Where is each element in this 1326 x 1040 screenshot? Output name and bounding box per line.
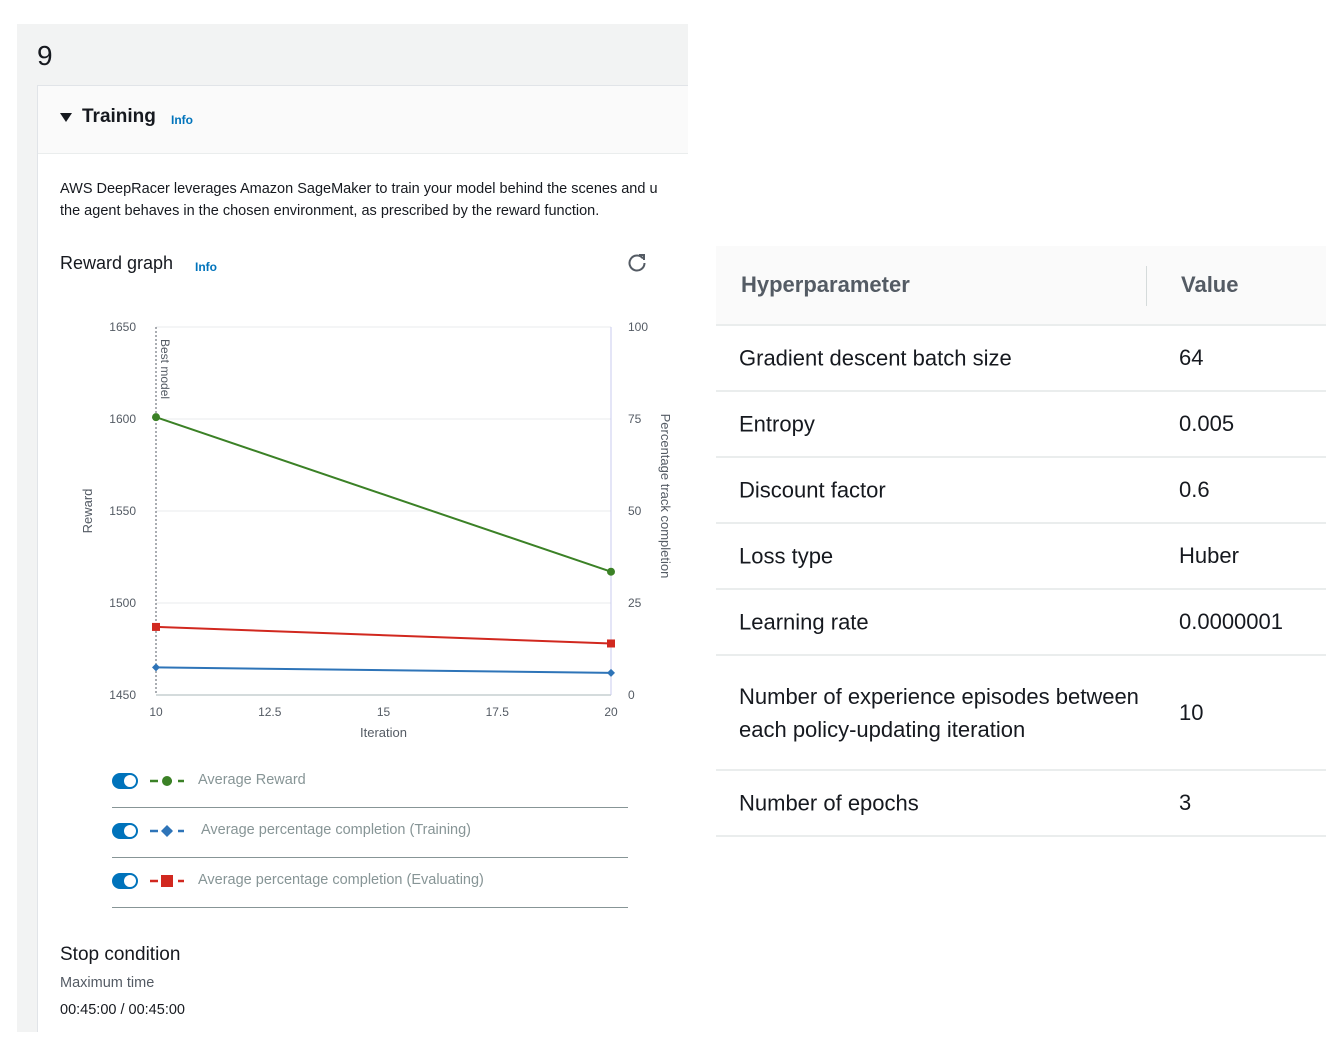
series-line xyxy=(155,416,612,573)
y2-tick-label: 100 xyxy=(628,320,648,334)
hyperparameter-name: Number of experience episodes between ea… xyxy=(739,683,1139,742)
y2-axis-label: Percentage track completion xyxy=(658,414,673,579)
best-model-label: Best model xyxy=(158,339,172,399)
column-header-hyperparameter: Hyperparameter xyxy=(741,272,910,297)
y2-tick-label: 75 xyxy=(628,412,642,426)
stop-condition-label: Maximum time xyxy=(60,975,155,991)
hyperparameter-value: 64 xyxy=(1179,345,1204,370)
hyperparameter-value: 0.005 xyxy=(1179,411,1235,436)
table-row: Learning rate 0.0000001 xyxy=(716,590,1326,656)
reward-graph-title: Reward graph xyxy=(60,253,174,273)
hyperparameter-name: Learning rate xyxy=(739,609,869,635)
x-axis-label: Iteration xyxy=(360,725,407,740)
training-info-link[interactable]: Info xyxy=(171,113,193,127)
y-tick-label: 1650 xyxy=(109,320,136,334)
series-line xyxy=(155,625,612,645)
stop-condition-title: Stop condition xyxy=(60,944,181,965)
training-title: Training xyxy=(82,106,156,127)
data-point xyxy=(607,567,615,576)
step-number: 9 xyxy=(37,40,53,71)
y-tick-label: 1550 xyxy=(109,504,136,518)
training-card: Training Info AWS DeepRacer leverages Am… xyxy=(37,85,688,1032)
column-header-value: Value xyxy=(1181,272,1239,297)
hyperparameter-value: 10 xyxy=(1179,699,1204,725)
y-axis-label: Reward xyxy=(80,489,95,534)
toggle-average-reward[interactable] xyxy=(112,773,138,789)
y2-tick-label: 0 xyxy=(628,688,635,702)
hyperparameter-name: Gradient descent batch size xyxy=(739,345,1012,371)
x-tick-label: 10 xyxy=(149,705,163,719)
legend-item-evaluating-completion: Average percentage completion (Evaluatin… xyxy=(112,858,628,908)
diamond-marker-icon xyxy=(150,825,184,837)
table-row: Number of experience episodes between ea… xyxy=(716,656,1326,771)
data-point xyxy=(152,413,160,422)
series-line xyxy=(155,666,612,674)
table-header: Hyperparameter Value xyxy=(716,246,1326,326)
hyperparameter-value: 0.0000001 xyxy=(1179,609,1283,634)
x-tick-label: 15 xyxy=(377,705,391,719)
hyperparameter-value: 3 xyxy=(1179,790,1192,815)
y2-tick-label: 50 xyxy=(628,504,642,518)
legend-item-average-reward: Average Reward xyxy=(112,758,628,808)
hyperparameter-name: Number of epochs xyxy=(739,790,919,816)
toggle-evaluating-completion[interactable] xyxy=(112,873,138,889)
stop-condition-value: 00:45:00 / 00:45:00 xyxy=(60,1002,185,1018)
refresh-icon[interactable] xyxy=(626,252,648,274)
legend-label: Average percentage completion (Evaluatin… xyxy=(198,872,484,888)
table-row: Loss type Huber xyxy=(716,524,1326,590)
hyperparameter-name: Loss type xyxy=(739,543,834,569)
description-line-1: AWS DeepRacer leverages Amazon SageMaker… xyxy=(60,181,658,197)
training-section-header[interactable]: Training Info xyxy=(38,86,688,154)
y-tick-label: 1450 xyxy=(109,688,136,702)
y-tick-label: 1600 xyxy=(109,412,136,426)
hyperparameter-table: Hyperparameter Value Gradient descent ba… xyxy=(716,246,1326,837)
table-row: Entropy 0.005 xyxy=(716,392,1326,458)
hyperparameter-value: 0.6 xyxy=(1179,477,1210,502)
training-description: AWS DeepRacer leverages Amazon SageMaker… xyxy=(60,178,688,222)
reward-graph-info-link[interactable]: Info xyxy=(195,260,217,274)
table-row: Discount factor 0.6 xyxy=(716,458,1326,524)
description-line-2: the agent behaves in the chosen environm… xyxy=(60,203,600,219)
table-row: Number of epochs 3 xyxy=(716,771,1326,837)
caret-down-icon[interactable] xyxy=(60,113,72,122)
data-point xyxy=(152,622,160,631)
data-point xyxy=(607,639,615,648)
reward-graph-chart: 1450 1500 1550 1600 1650 0 25 50 75 100 10 12.5 15 17… xyxy=(80,320,673,740)
hyperparameter-name: Entropy xyxy=(739,411,815,437)
circle-marker-icon xyxy=(150,776,184,786)
y2-tick-label: 25 xyxy=(628,596,642,610)
square-marker-icon xyxy=(150,875,184,887)
hyperparameter-name: Discount factor xyxy=(739,477,886,503)
legend-label: Average percentage completion (Training) xyxy=(201,822,472,838)
y-tick-label: 1500 xyxy=(109,596,136,610)
training-panel: 9 Training Info AWS DeepRacer leverages … xyxy=(17,24,688,1032)
toggle-training-completion[interactable] xyxy=(112,823,138,839)
data-point xyxy=(152,663,160,672)
legend-item-training-completion: Average percentage completion (Training) xyxy=(112,808,628,858)
x-tick-label: 17.5 xyxy=(486,705,510,719)
table-row: Gradient descent batch size 64 xyxy=(716,326,1326,392)
legend-label: Average Reward xyxy=(198,772,306,788)
column-divider xyxy=(1146,266,1147,306)
x-tick-label: 20 xyxy=(604,705,618,719)
hyperparameter-value: Huber xyxy=(1179,543,1239,568)
chart-legend: Average Reward Average percentage comple… xyxy=(112,758,628,908)
x-tick-label: 12.5 xyxy=(258,705,282,719)
data-point xyxy=(607,668,615,677)
